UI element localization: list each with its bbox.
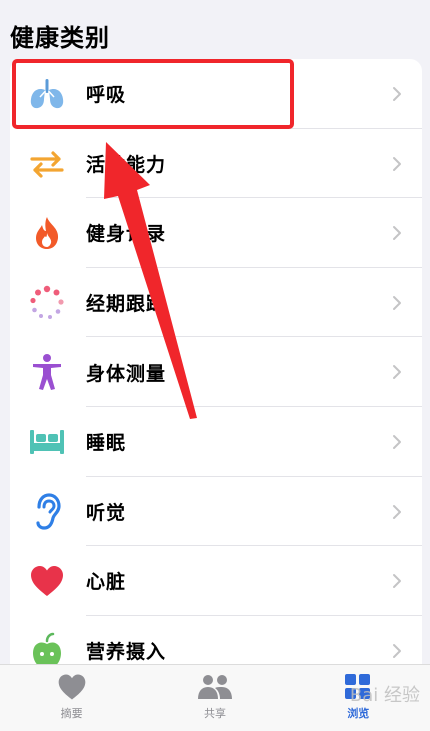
- category-label: 睡眠: [86, 432, 127, 455]
- category-label: 呼吸: [86, 84, 127, 107]
- category-row-cycle-tracking[interactable]: 经期跟踪: [10, 268, 422, 338]
- chevron-right-icon: [393, 434, 401, 449]
- category-label: 心脏: [86, 571, 127, 594]
- chevron-right-icon: [393, 643, 401, 658]
- people-icon: [195, 673, 235, 703]
- ear-icon: [27, 492, 67, 532]
- chevron-right-icon: [393, 226, 401, 241]
- tab-sharing[interactable]: 共享: [143, 665, 286, 731]
- category-row-heart[interactable]: 心脏: [10, 546, 422, 616]
- chevron-right-icon: [393, 156, 401, 171]
- heart-icon: [27, 561, 67, 601]
- health-categories-list: 呼吸 活动能力 健身记录 经期跟踪 身体测量 睡眠 听觉 心脏 营养摄入: [10, 59, 422, 679]
- chevron-right-icon: [393, 365, 401, 380]
- category-label: 经期跟踪: [86, 293, 167, 316]
- dotted-circle-icon: [27, 283, 67, 323]
- category-row-mobility[interactable]: 活动能力: [10, 129, 422, 199]
- category-row-respiratory[interactable]: 呼吸: [10, 59, 422, 129]
- category-row-hearing[interactable]: 听觉: [10, 477, 422, 547]
- category-label: 听觉: [86, 501, 127, 524]
- chevron-right-icon: [393, 574, 401, 589]
- chevron-right-icon: [393, 504, 401, 519]
- lungs-icon: [27, 74, 67, 114]
- category-label: 营养摄入: [86, 641, 167, 664]
- tab-label: 共享: [203, 707, 226, 720]
- category-label: 身体测量: [86, 362, 167, 385]
- watermark: Bai 经验: [349, 685, 420, 706]
- tab-label: 浏览: [347, 707, 370, 720]
- arrows-exchange-icon: [27, 144, 67, 184]
- bed-icon: [27, 422, 67, 462]
- category-row-sleep[interactable]: 睡眠: [10, 407, 422, 477]
- category-label: 健身记录: [86, 223, 167, 246]
- flame-icon: [27, 213, 67, 253]
- tab-label: 摘要: [60, 707, 83, 720]
- category-row-body-measurements[interactable]: 身体测量: [10, 337, 422, 407]
- category-row-fitness[interactable]: 健身记录: [10, 198, 422, 268]
- heart-icon: [52, 673, 92, 703]
- chevron-right-icon: [393, 295, 401, 310]
- category-label: 活动能力: [86, 153, 167, 176]
- tab-summary[interactable]: 摘要: [0, 665, 143, 731]
- person-figure-icon: [27, 352, 67, 392]
- chevron-right-icon: [393, 87, 401, 101]
- section-title: 健康类别: [10, 24, 110, 52]
